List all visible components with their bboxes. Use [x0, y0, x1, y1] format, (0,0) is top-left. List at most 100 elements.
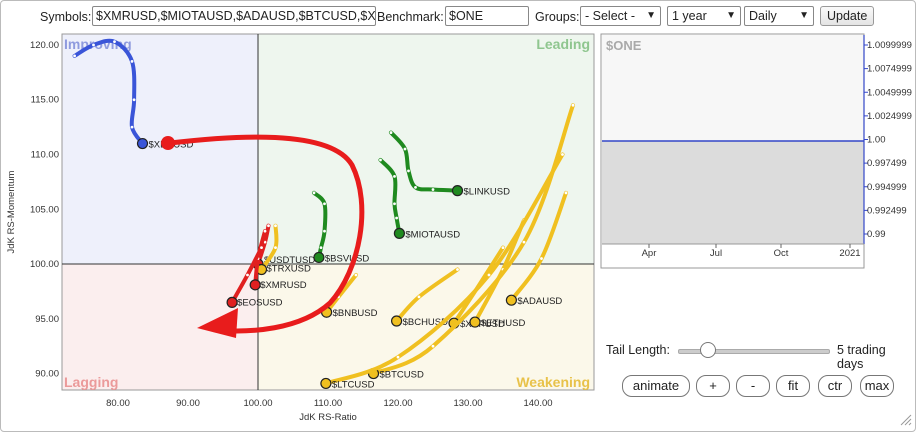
benchmark-y-tick-label: 0.992499	[867, 205, 907, 216]
tail-point	[431, 188, 435, 191]
tail-point	[132, 98, 136, 102]
benchmark-title: $ONE	[606, 38, 642, 53]
x-axis-label: JdK RS-Ratio	[299, 412, 357, 423]
symbol-label: $MIOTAUSD	[405, 229, 460, 240]
x-tick-label: 80.00	[106, 398, 130, 409]
benchmark-y-tick-label: 1.0024999	[867, 111, 912, 122]
head-marker[interactable]	[249, 279, 261, 291]
benchmark-y-tick-label: 0.994999	[867, 182, 907, 193]
head-marker[interactable]	[136, 137, 149, 150]
tail-point	[417, 295, 421, 299]
tail-point	[396, 355, 400, 359]
tail-point	[267, 224, 270, 228]
chart-controls: animate + - fit ctr max	[622, 375, 902, 397]
tail-point	[522, 240, 526, 244]
symbol-label: $BNBUSD	[333, 308, 378, 319]
head-marker[interactable]	[320, 377, 332, 390]
tail-length-label: Tail Length:	[606, 343, 670, 357]
tail-point	[393, 202, 396, 206]
tail-point	[379, 158, 382, 162]
head-marker[interactable]	[226, 296, 238, 308]
tail-point	[414, 185, 417, 189]
tail-point	[274, 246, 277, 250]
head-marker[interactable]	[505, 294, 517, 306]
benchmark-y-tick-label: 0.997499	[867, 158, 907, 169]
zoom-out-button[interactable]: -	[736, 375, 770, 397]
y-tick-label: 105.00	[30, 204, 59, 215]
tail-length-value: 5 trading days	[837, 343, 886, 371]
head-marker[interactable]	[451, 185, 464, 197]
tail-point	[113, 40, 116, 44]
symbol-label: $LTCUSD	[332, 379, 375, 390]
benchmark-y-tick-label: 1.00	[867, 135, 886, 146]
symbol-label: $XMRUSD	[260, 280, 307, 291]
tail-point	[407, 169, 410, 173]
symbol-label: $ADAUSD	[517, 296, 562, 307]
leading-label: Leading	[536, 36, 590, 52]
tail-point	[130, 125, 134, 129]
symbol-label: $BSVUSD	[325, 253, 369, 264]
tail-point	[501, 246, 505, 250]
benchmark-y-tick-label: 0.99	[867, 229, 886, 240]
tail-point	[323, 229, 326, 233]
x-tick-label: 130.00	[453, 398, 482, 409]
tail-point	[312, 191, 316, 195]
tail-point	[263, 229, 267, 233]
tail-point	[395, 216, 398, 220]
center-button[interactable]: ctr	[818, 375, 852, 397]
head-marker[interactable]	[393, 227, 405, 239]
head-marker[interactable]	[313, 251, 325, 264]
x-tick-label: 110.00	[314, 398, 342, 409]
x-tick-label: 100.00	[243, 398, 272, 409]
y-tick-label: 120.00	[30, 40, 59, 51]
head-marker[interactable]	[469, 316, 481, 328]
tail-point	[130, 59, 134, 63]
x-tick-label: 120.00	[383, 398, 412, 409]
y-tick-label: 100.00	[30, 259, 59, 270]
fit-button[interactable]: fit	[776, 375, 810, 397]
rrg-chart[interactable]: Improving Leading Lagging Weakening 80.0…	[0, 0, 916, 432]
tail-point	[571, 103, 575, 107]
x-tick-label: 140.00	[523, 398, 552, 409]
symbol-label: $TRXUSD	[267, 264, 311, 275]
benchmark-y-tick-label: 1.0099999	[867, 40, 912, 51]
tail-point	[431, 344, 435, 348]
y-tick-label: 95.00	[35, 314, 59, 325]
animate-button[interactable]: animate	[622, 375, 690, 397]
symbol-label: $EOSUSD	[237, 297, 283, 308]
tail-point	[456, 268, 459, 271]
benchmark-x-tick-label: Oct	[774, 248, 789, 259]
y-tick-label: 110.00	[31, 149, 59, 160]
benchmark-y-tick-label: 1.0049999	[867, 87, 912, 98]
maximize-button[interactable]: max	[860, 375, 894, 397]
benchmark-y-tick-label: 1.0074999	[867, 64, 912, 75]
benchmark-x-tick-label: 2021	[839, 248, 860, 259]
tail-point	[92, 43, 95, 47]
tail-point	[393, 175, 396, 178]
tail-point	[274, 224, 277, 228]
tail-point	[389, 131, 393, 134]
head-marker[interactable]	[391, 315, 403, 327]
symbol-label: $ETHUSD	[481, 318, 525, 329]
tail-point	[540, 257, 543, 260]
benchmark-x-tick-label: Apr	[642, 248, 657, 259]
weakening-label: Weakening	[516, 374, 590, 390]
tail-point	[564, 191, 568, 195]
tail-point	[354, 273, 358, 277]
zoom-in-button[interactable]: +	[696, 375, 730, 397]
tail-point	[246, 273, 249, 277]
tail-point	[561, 153, 564, 156]
tail-point	[403, 147, 407, 151]
symbol-label: $BTCUSD	[380, 370, 424, 381]
x-tick-label: 90.00	[176, 398, 200, 409]
benchmark-x-tick-label: Jul	[710, 248, 722, 259]
tail-length-slider-thumb[interactable]	[699, 342, 716, 358]
y-tick-label: 115.00	[31, 95, 59, 106]
symbol-label: $LINKUSD	[464, 187, 511, 198]
y-axis-label: JdK RS-Momentum	[6, 170, 17, 253]
annotation-start-dot	[161, 136, 175, 150]
resize-grip-icon[interactable]	[900, 414, 912, 426]
tail-point	[487, 273, 491, 277]
y-tick-label: 90.00	[35, 369, 59, 380]
tail-point	[73, 54, 76, 58]
